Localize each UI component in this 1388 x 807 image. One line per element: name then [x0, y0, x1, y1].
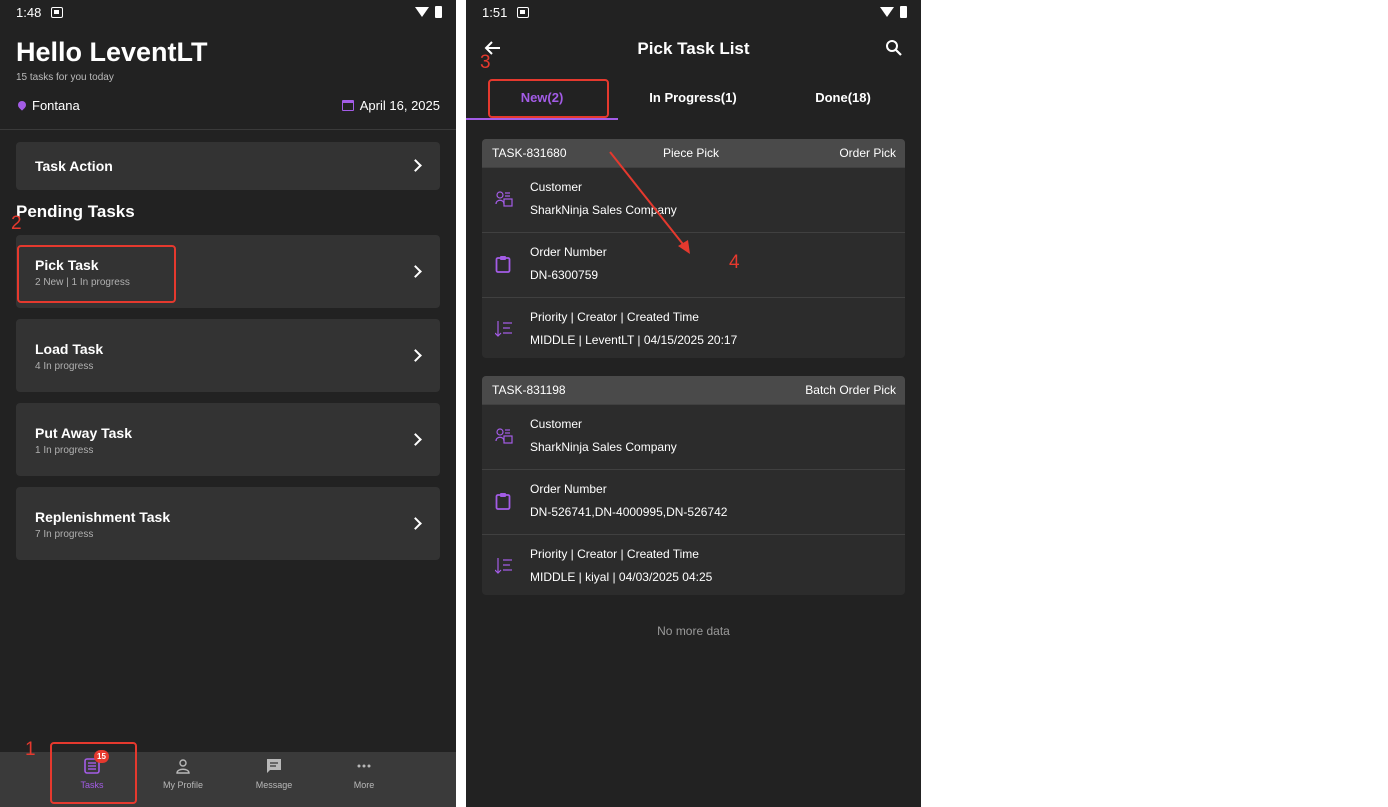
- task-kind: Batch Order Pick: [805, 383, 896, 397]
- chevron-right-icon: [409, 517, 422, 530]
- task-action-card[interactable]: Task Action: [16, 142, 440, 190]
- task-card-put-away[interactable]: Put Away Task 1 In progress: [16, 403, 440, 476]
- no-more-data-label: No more data: [657, 624, 730, 638]
- pick-task-list-screen: 1:51 Pick Task List New(2) In Progress(1…: [466, 0, 921, 807]
- divider: [0, 129, 456, 130]
- nav-my-profile[interactable]: My Profile: [148, 758, 218, 790]
- greeting-title: Hello LeventLT: [16, 37, 208, 67]
- task-meta: 7 In progress: [35, 529, 94, 540]
- battery-icon: [900, 6, 907, 18]
- customer-icon: [495, 190, 513, 208]
- order-number-row: Order Number DN-526741,DN-4000995,DN-526…: [482, 469, 905, 534]
- date-selector[interactable]: April 16, 2025: [341, 97, 440, 113]
- status-time: 1:51: [482, 4, 508, 20]
- priority-row: Priority | Creator | Created Time MIDDLE…: [482, 534, 905, 595]
- sort-icon: [494, 557, 512, 575]
- customer-label: Customer: [530, 417, 583, 431]
- home-screen: 1:48 Hello LeventLT 15 tasks for you tod…: [0, 0, 456, 807]
- status-time: 1:48: [16, 4, 42, 20]
- tab-in-progress[interactable]: In Progress(1): [623, 90, 763, 105]
- profile-icon: [175, 758, 191, 774]
- task-kind: Order Pick: [839, 146, 896, 160]
- more-icon: [356, 758, 372, 774]
- annotation-number: 1: [25, 739, 36, 760]
- annotation-number: 3: [480, 52, 491, 73]
- nav-more[interactable]: More: [329, 758, 399, 790]
- location-label: Fontana: [32, 97, 80, 113]
- message-icon: [266, 758, 282, 774]
- app-bar: Pick Task List: [466, 24, 921, 76]
- nav-label: My Profile: [162, 780, 203, 790]
- status-bar: 1:48: [0, 0, 456, 24]
- chevron-right-icon: [409, 349, 422, 362]
- clipboard-icon: [495, 255, 511, 273]
- tab-done[interactable]: Done(18): [773, 90, 913, 105]
- annotation-number: 4: [729, 252, 740, 273]
- task-card-replenishment[interactable]: Replenishment Task 7 In progress: [16, 487, 440, 560]
- priority-label: Priority | Creator | Created Time: [530, 310, 699, 324]
- order-number-label: Order Number: [530, 482, 607, 496]
- nav-message[interactable]: Message: [239, 758, 309, 790]
- customer-value: SharkNinja Sales Company: [530, 440, 677, 454]
- battery-icon: [435, 6, 442, 18]
- search-icon[interactable]: [885, 39, 903, 57]
- sort-icon: [494, 320, 512, 338]
- active-tab-indicator: [466, 118, 618, 120]
- task-title: Put Away Task: [35, 425, 133, 441]
- task-meta: 1 In progress: [35, 445, 94, 456]
- customer-icon: [495, 427, 513, 445]
- notification-icon: [51, 6, 64, 18]
- customer-label: Customer: [530, 180, 583, 194]
- task-card[interactable]: TASK-831198 Batch Order Pick Customer Sh…: [482, 376, 905, 595]
- pending-tasks-title: Pending Tasks: [16, 202, 135, 221]
- priority-row: Priority | Creator | Created Time MIDDLE…: [482, 297, 905, 358]
- task-card-load[interactable]: Load Task 4 In progress: [16, 319, 440, 392]
- wifi-icon: [415, 7, 429, 17]
- calendar-icon: [341, 99, 354, 111]
- order-number-value: DN-526741,DN-4000995,DN-526742: [530, 505, 728, 519]
- priority-value: MIDDLE | kiyal | 04/03/2025 04:25: [530, 570, 713, 584]
- annotation-box-new-tab: [488, 79, 609, 118]
- status-bar: 1:51: [466, 0, 921, 24]
- order-number-label: Order Number: [530, 245, 607, 259]
- chevron-right-icon: [409, 433, 422, 446]
- annotation-arrow: [609, 151, 690, 254]
- wifi-icon: [880, 7, 894, 17]
- priority-label: Priority | Creator | Created Time: [530, 547, 699, 561]
- clipboard-icon: [495, 492, 511, 510]
- nav-label: More: [353, 780, 375, 790]
- task-action-label: Task Action: [35, 158, 113, 174]
- chevron-right-icon: [409, 265, 422, 278]
- greeting-subtitle: 15 tasks for you today: [16, 72, 114, 83]
- priority-value: MIDDLE | LeventLT | 04/15/2025 20:17: [530, 333, 738, 347]
- task-id: TASK-831198: [492, 383, 566, 397]
- task-meta: 4 In progress: [35, 361, 94, 372]
- notification-icon: [517, 6, 530, 18]
- task-card-header: TASK-831198 Batch Order Pick: [482, 376, 905, 404]
- task-id: TASK-831680: [492, 146, 567, 160]
- task-title: Load Task: [35, 341, 104, 357]
- location-selector[interactable]: Fontana: [16, 97, 80, 113]
- annotation-box-pick-task: [17, 245, 176, 303]
- annotation-box-tasks-nav: [50, 742, 137, 804]
- location-pin-icon: [16, 99, 28, 111]
- task-title: Replenishment Task: [35, 509, 171, 525]
- page-title: Pick Task List: [637, 39, 750, 58]
- order-number-value: DN-6300759: [530, 268, 599, 282]
- nav-label: Message: [255, 780, 293, 790]
- chevron-right-icon: [409, 159, 422, 172]
- annotation-number: 2: [11, 213, 22, 234]
- customer-row: Customer SharkNinja Sales Company: [482, 404, 905, 469]
- date-label: April 16, 2025: [359, 97, 440, 113]
